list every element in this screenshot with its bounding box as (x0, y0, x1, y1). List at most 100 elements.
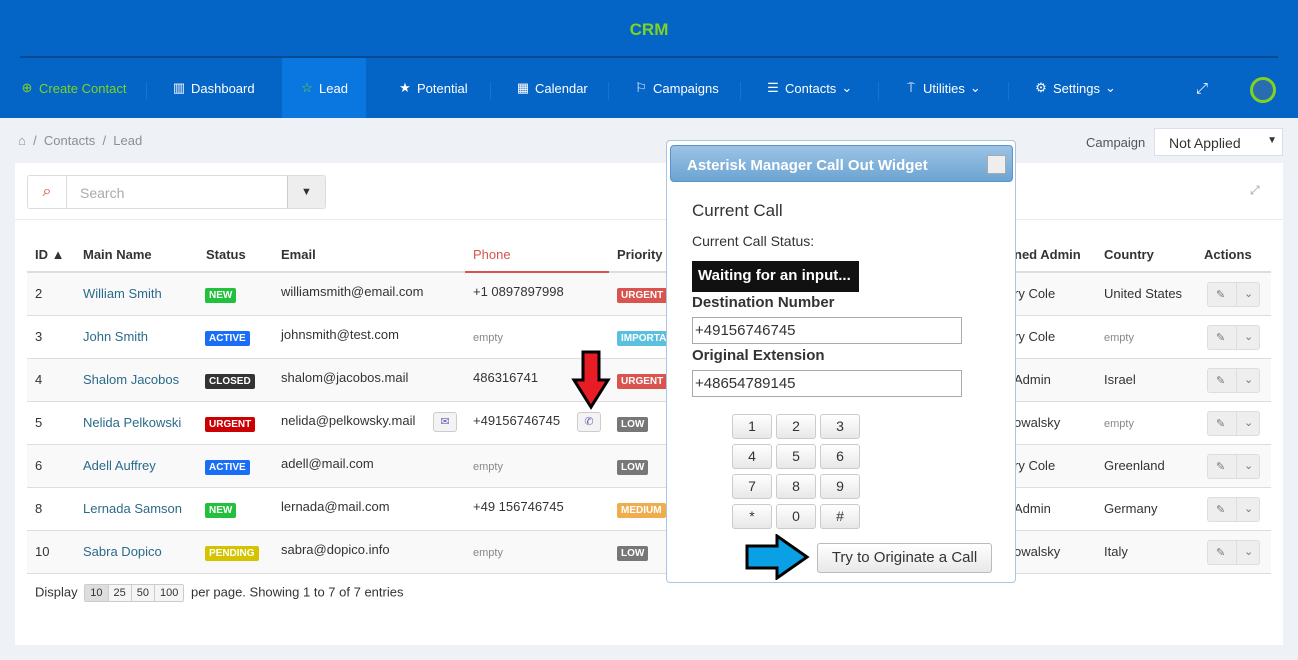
keypad-key[interactable]: 8 (776, 474, 816, 499)
header-name[interactable]: Main Name (83, 247, 152, 262)
search-box[interactable]: ⌕ Search ▼ (27, 175, 326, 209)
search-input[interactable]: Search (80, 185, 124, 201)
phone-call-icon[interactable]: ✆ (577, 412, 601, 432)
edit-icon[interactable]: ✎ (1216, 374, 1225, 387)
cell-admin: owalsky (1014, 544, 1061, 559)
table-row: 6 Adell Auffrey ACTIVE adell@mail.com em… (27, 445, 1271, 488)
keypad-key[interactable]: 6 (820, 444, 860, 469)
keypad-key[interactable]: 2 (776, 414, 816, 439)
destination-number-input[interactable]: +49156746745 (692, 317, 962, 344)
blue-arrow-icon (745, 534, 810, 580)
edit-icon[interactable]: ✎ (1216, 546, 1225, 559)
nav-dashboard[interactable]: ▥ Dashboard (154, 58, 273, 118)
header-priority[interactable]: Priority (617, 247, 663, 262)
table-row: 5 Nelida Pelkowski URGENT nelida@pelkows… (27, 402, 1271, 445)
table-row: 4 Shalom Jacobos CLOSED shalom@jacobos.m… (27, 359, 1271, 402)
nav-calendar[interactable]: ▦ Calendar (498, 58, 606, 118)
contact-name-link[interactable]: Shalom Jacobos (83, 372, 179, 387)
keypad-key[interactable]: 9 (820, 474, 860, 499)
filter-button[interactable]: ▼ (287, 176, 325, 208)
priority-badge: IMPORTA (617, 331, 671, 346)
expand-icon[interactable]: ⤢ (1250, 183, 1260, 198)
widget-close-button[interactable] (987, 155, 1006, 174)
contact-name-link[interactable]: Sabra Dopico (83, 544, 162, 559)
nav-lead[interactable]: ☆ Lead (282, 58, 366, 118)
edit-icon[interactable]: ✎ (1216, 331, 1225, 344)
edit-icon[interactable]: ✎ (1216, 460, 1225, 473)
actions-group: ✎ ⌄ (1207, 325, 1260, 350)
list-icon: ☰ (767, 80, 779, 95)
page-size-group: 10 25 50 100 (84, 584, 185, 602)
cell-id: 2 (35, 286, 43, 301)
cell-email: shalom@jacobos.mail (281, 370, 409, 385)
edit-icon[interactable]: ✎ (1216, 417, 1225, 430)
chevron-down-icon[interactable]: ⌄ (1236, 369, 1253, 392)
status-badge: NEW (205, 503, 237, 518)
cell-email: adell@mail.com (281, 456, 374, 471)
breadcrumb: ⌂ / Contacts / Lead (18, 133, 143, 148)
cell-phone: +49156746745 (473, 413, 561, 428)
chevron-down-icon[interactable]: ⌄ (1236, 283, 1253, 306)
create-contact-button[interactable]: ⊕ Create Contact (2, 58, 144, 118)
star-outline-icon: ☆ (301, 80, 313, 95)
cell-country: Greenland (1104, 458, 1165, 473)
actions-group: ✎ ⌄ (1207, 411, 1260, 436)
edit-icon[interactable]: ✎ (1216, 288, 1225, 301)
campaign-label: Campaign (1086, 135, 1146, 150)
contact-name-link[interactable]: Nelida Pelkowski (83, 415, 181, 430)
chevron-down-icon[interactable]: ⌄ (1236, 326, 1253, 349)
header-status[interactable]: Status (206, 247, 246, 262)
home-icon[interactable]: ⌂ (18, 133, 26, 148)
search-icon: ⌕ (28, 176, 67, 208)
cell-admin: ry Cole (1014, 329, 1056, 344)
chevron-down-icon[interactable]: ⌄ (1236, 412, 1253, 435)
keypad-key[interactable]: 7 (732, 474, 772, 499)
header-phone[interactable]: Phone (473, 247, 511, 262)
keypad-key[interactable]: 1 (732, 414, 772, 439)
cell-phone: 486316741 (473, 370, 539, 385)
page-size-100[interactable]: 100 (155, 585, 184, 601)
cell-admin: owalsky (1014, 415, 1061, 430)
nav-potential[interactable]: ★ Potential (380, 58, 486, 118)
header-id[interactable]: ID ▲ (35, 247, 64, 262)
page-size-25[interactable]: 25 (108, 585, 132, 601)
contact-name-link[interactable]: John Smith (83, 329, 148, 344)
originate-call-button[interactable]: Try to Originate a Call (817, 543, 992, 573)
contact-name-link[interactable]: Adell Auffrey (83, 458, 156, 473)
campaign-select[interactable]: Not Applied ▼ (1154, 128, 1283, 156)
keypad-key[interactable]: 0 (776, 504, 816, 529)
chevron-down-icon[interactable]: ⌄ (1236, 498, 1253, 521)
keypad-key[interactable]: 5 (776, 444, 816, 469)
nav-settings[interactable]: ⚙ Settings ⌄ (1016, 58, 1134, 118)
keypad-key[interactable]: # (820, 504, 860, 529)
nav-utilities[interactable]: ⍑ Utilities ⌄ (886, 58, 999, 118)
header-email[interactable]: Email (281, 247, 316, 262)
header-admin[interactable]: ned Admin (1014, 247, 1081, 262)
contact-name-link[interactable]: Lernada Samson (83, 501, 182, 516)
nav-contacts[interactable]: ☰ Contacts ⌄ (748, 58, 870, 118)
chevron-down-icon[interactable]: ⌄ (1236, 455, 1253, 478)
fullscreen-icon[interactable]: ⤢ (1178, 58, 1226, 118)
keypad-key[interactable]: 4 (732, 444, 772, 469)
page-size-50[interactable]: 50 (131, 585, 155, 601)
keypad-key[interactable]: * (732, 504, 772, 529)
page-size-10[interactable]: 10 (85, 585, 109, 601)
chevron-down-icon[interactable]: ⌄ (1236, 541, 1253, 564)
extension-input[interactable]: +48654789145 (692, 370, 962, 397)
edit-icon[interactable]: ✎ (1216, 503, 1225, 516)
table-row: 2 William Smith NEW williamsmith@email.c… (27, 273, 1271, 316)
header-country[interactable]: Country (1104, 247, 1154, 262)
widget-header[interactable]: Asterisk Manager Call Out Widget (670, 145, 1013, 182)
contact-name-link[interactable]: William Smith (83, 286, 162, 301)
avatar[interactable] (1250, 77, 1276, 103)
keypad-key[interactable]: 3 (820, 414, 860, 439)
chevron-down-icon: ⌄ (969, 80, 981, 95)
filter-icon: ▼ (301, 186, 312, 198)
call-status-label: Current Call Status: (692, 233, 815, 249)
call-out-widget: Asterisk Manager Call Out Widget Current… (666, 140, 1016, 583)
actions-group: ✎ ⌄ (1207, 497, 1260, 522)
nav-campaigns[interactable]: ⚐ Campaigns (616, 58, 737, 118)
status-badge: CLOSED (205, 374, 255, 389)
table-row: 8 Lernada Samson NEW lernada@mail.com +4… (27, 488, 1271, 531)
email-compose-icon[interactable]: ✉ (433, 412, 457, 432)
